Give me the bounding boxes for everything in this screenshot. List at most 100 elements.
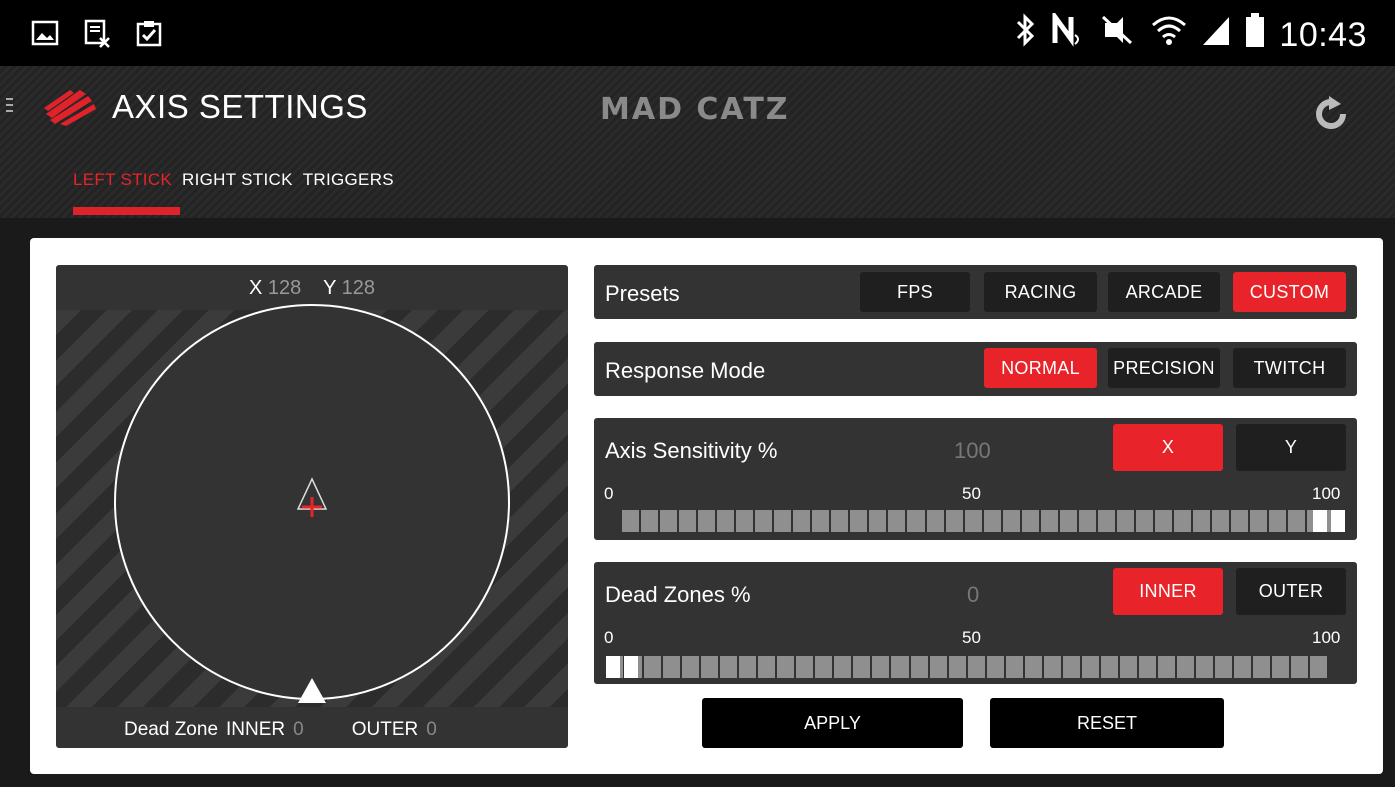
inner-value: 0 — [293, 719, 304, 740]
outer-label: OUTER — [351, 719, 419, 740]
response-precision-button[interactable]: PRECISION — [1108, 348, 1220, 388]
slider-segment — [1250, 510, 1270, 532]
slider-segment — [1079, 510, 1098, 532]
slider-segment — [1006, 656, 1025, 678]
slider-segment — [796, 656, 816, 678]
slider-segment — [660, 510, 680, 532]
dead-zone-label: Dead Zone — [124, 719, 219, 740]
page-title: AXIS SETTINGS — [112, 88, 368, 125]
sensitivity-slider-thumb[interactable] — [1331, 510, 1345, 532]
slider-segment — [1022, 510, 1041, 532]
file-cancel-icon — [82, 18, 112, 48]
clipboard-check-icon — [134, 18, 164, 48]
response-twitch-button[interactable]: TWITCH — [1233, 348, 1346, 388]
dead-zone-readout: Dead Zone INNER 0 OUTER 0 — [124, 719, 477, 741]
bluetooth-icon — [1015, 13, 1037, 58]
slider-segment — [1193, 510, 1212, 532]
brand-name: MAD CATZ — [600, 92, 790, 127]
slider-segment — [1060, 510, 1079, 532]
slider-segment — [927, 510, 946, 532]
dead-zone-slider[interactable] — [606, 656, 1330, 678]
wifi-icon — [1151, 13, 1187, 58]
signal-icon — [1201, 13, 1231, 58]
preset-racing-button[interactable]: RACING — [984, 272, 1097, 312]
status-bar: 10:43 — [0, 0, 1395, 66]
slider-segment — [698, 510, 718, 532]
preset-fps-button[interactable]: FPS — [860, 272, 970, 312]
slider-segment — [869, 510, 889, 532]
slider-segment — [1212, 510, 1231, 532]
tab-left-stick[interactable]: LEFT STICK — [73, 170, 172, 190]
slider-segment — [831, 510, 851, 532]
slider-segment — [622, 510, 642, 532]
response-mode-row: Response Mode NORMAL PRECISION TWITCH — [594, 342, 1357, 396]
response-normal-button[interactable]: NORMAL — [984, 348, 1097, 388]
menu-icon[interactable] — [6, 98, 14, 118]
image-icon — [30, 18, 60, 48]
slider-segment — [1231, 510, 1251, 532]
slider-segment — [1196, 656, 1215, 678]
dead-zones-value: 0 — [967, 582, 980, 607]
stick-range-circle[interactable] — [56, 265, 568, 748]
slider-segment — [1041, 510, 1060, 532]
slider-segment — [1272, 656, 1292, 678]
deadzone-scale-max: 100 — [1312, 628, 1341, 647]
slider-segment — [946, 510, 965, 532]
slider-segment — [888, 510, 908, 532]
slider-segment — [739, 656, 759, 678]
dead-zone-outer-button[interactable]: OUTER — [1236, 568, 1346, 615]
slider-segment — [850, 510, 870, 532]
slider-segment — [717, 510, 737, 532]
nfc-icon — [1051, 9, 1083, 58]
preset-arcade-button[interactable]: ARCADE — [1108, 272, 1220, 312]
slider-segment — [663, 656, 683, 678]
slider-segment — [1177, 656, 1196, 678]
slider-thumb-shadow — [624, 656, 638, 678]
slider-segment — [891, 656, 911, 678]
slider-segment — [1120, 656, 1139, 678]
slider-segment — [679, 510, 699, 532]
mute-icon — [1097, 13, 1137, 58]
dead-zone-inner-button[interactable]: INNER — [1113, 568, 1223, 615]
slider-segment — [682, 656, 702, 678]
sensitivity-slider[interactable] — [622, 510, 1346, 532]
reset-button[interactable]: RESET — [990, 698, 1224, 748]
deadzone-scale-mid: 50 — [962, 628, 981, 647]
apply-button[interactable]: APPLY — [702, 698, 963, 748]
dead-zones-label: Dead Zones % — [605, 582, 751, 607]
active-tab-indicator — [73, 207, 180, 215]
slider-segment — [1215, 656, 1235, 678]
preset-custom-button[interactable]: CUSTOM — [1233, 272, 1346, 312]
slider-segment — [1136, 510, 1155, 532]
slider-segment — [1291, 656, 1311, 678]
slider-segment — [853, 656, 873, 678]
slider-segment — [1117, 510, 1136, 532]
sensitivity-scale-min: 0 — [604, 484, 614, 503]
tab-triggers[interactable]: TRIGGERS — [303, 170, 394, 190]
slider-segment — [774, 510, 794, 532]
slider-segment — [755, 510, 775, 532]
slider-segment — [815, 656, 835, 678]
slider-segment — [1003, 510, 1022, 532]
slider-segment — [872, 656, 892, 678]
slider-segment — [1155, 510, 1174, 532]
clock: 10:43 — [1279, 16, 1367, 54]
axis-y-button[interactable]: Y — [1236, 424, 1346, 471]
dead-zone-slider-thumb[interactable] — [606, 656, 620, 678]
inner-label: INNER — [226, 719, 286, 740]
slider-segment — [1269, 510, 1289, 532]
deadzone-scale-min: 0 — [604, 628, 614, 647]
slider-segment — [1310, 656, 1330, 678]
tab-right-stick[interactable]: RIGHT STICK — [182, 170, 293, 190]
mad-catz-logo-icon — [40, 84, 100, 128]
slider-segment — [1158, 656, 1177, 678]
slider-segment — [736, 510, 756, 532]
slider-segment — [1063, 656, 1082, 678]
refresh-icon[interactable] — [1313, 96, 1349, 132]
slider-segment — [1139, 656, 1158, 678]
slider-thumb-shadow — [1313, 510, 1327, 532]
outer-value: 0 — [426, 719, 437, 740]
axis-x-button[interactable]: X — [1113, 424, 1223, 471]
slider-segment — [701, 656, 721, 678]
slider-segment — [777, 656, 797, 678]
